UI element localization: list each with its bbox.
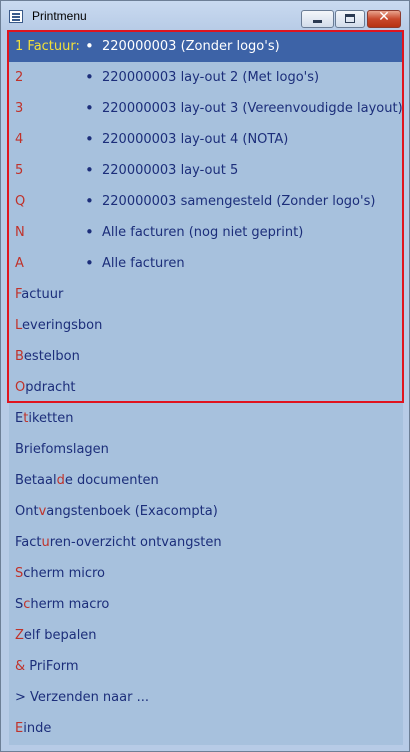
menu-item-etiketten[interactable]: Etiketten [9,403,403,434]
menu-item-label: Facturen-overzicht ontvangsten [15,535,222,550]
menu-item-hotkey: Z [15,628,24,643]
menu-item-hotkey: d [56,473,65,488]
option-description: 220000003 lay-out 2 (Met logo's) [102,70,320,85]
option-hotkey: N [15,225,25,240]
menu-item-hotkey: B [15,349,24,364]
menu-item-verzenden-naar[interactable]: > Verzenden naar ... [9,682,403,713]
menu-item-bestelbon[interactable]: Bestelbon [9,341,403,372]
option-hotkey: Q [15,194,26,209]
bullet-icon: • [85,37,94,55]
print-option-3[interactable]: 3 • 220000003 lay-out 3 (Vereenvoudigde la… [9,93,403,124]
option-description: 220000003 lay-out 4 (NOTA) [102,132,289,147]
bullet-icon: • [85,223,94,241]
bullet-icon: • [85,68,94,86]
option-description: 220000003 lay-out 3 (Vereenvoudigde layo… [102,101,403,116]
menu-item-factuur[interactable]: Factuur [9,279,403,310]
print-option-4[interactable]: 4 • 220000003 lay-out 4 (NOTA) [9,124,403,155]
menu-item-label: Betaalde documenten [15,473,159,488]
option-hotkey: A [15,256,24,271]
printmenu-window: Printmenu ✕ 1 Factuur: • 220000003 (Zonder… [0,0,410,752]
option-description: 220000003 samengesteld (Zonder logo's) [102,194,376,209]
bullet-icon: • [85,254,94,272]
menu-item-zelf-bepalen[interactable]: Zelf bepalen [9,620,403,651]
menu-item-priform[interactable]: & PriForm [9,651,403,682]
print-option-5[interactable]: 5 • 220000003 lay-out 5 [9,155,403,186]
print-option-1[interactable]: 1 Factuur: • 220000003 (Zonder logo's) [9,31,403,62]
menu-item-label: Opdracht [15,380,76,395]
menu-item-label: Bestelbon [15,349,80,364]
menu-item-opdracht[interactable]: Opdracht [9,372,403,403]
menu-item-facturen-overzicht-ontvangsten[interactable]: Facturen-overzicht ontvangsten [9,527,403,558]
menu-item-label: Factuur [15,287,64,302]
menu-item-label: Briefomslagen [15,442,109,457]
option-hotkey: 5 [15,163,24,178]
bullet-icon: • [85,192,94,210]
option-document-type: Factuur: [23,39,80,54]
option-description: 220000003 (Zonder logo's) [102,39,280,54]
menu-item-label: Zelf bepalen [15,628,97,643]
print-option-q[interactable]: Q • 220000003 samengesteld (Zonder logo's) [9,186,403,217]
window-title: Printmenu [32,9,87,23]
menu-item-scherm-macro[interactable]: Scherm macro [9,589,403,620]
menu-item-label: Leveringsbon [15,318,103,333]
menu-item-label: Scherm micro [15,566,105,581]
menu-item-einde[interactable]: Einde [9,713,403,744]
option-description: Alle facturen (nog niet geprint) [102,225,304,240]
menu-item-hotkey: O [15,380,26,395]
bullet-icon: • [85,130,94,148]
bullet-icon: • [85,99,94,117]
print-option-a[interactable]: A • Alle facturen [9,248,403,279]
maximize-button[interactable] [335,10,365,28]
menu-item-label: Etiketten [15,411,74,426]
menu-item-label: Scherm macro [15,597,110,612]
menu-item-leveringsbon[interactable]: Leveringsbon [9,310,403,341]
maximize-icon [345,14,355,23]
bullet-icon: • [85,161,94,179]
menu-item-label: Einde [15,721,52,736]
option-hotkey: 4 [15,132,24,147]
menu-item-ontvangstenboek-exacompta[interactable]: Ontvangstenboek (Exacompta) [9,496,403,527]
minimize-icon [313,20,322,23]
menu-item-scherm-micro[interactable]: Scherm micro [9,558,403,589]
option-hotkey: 1 Factuur: [15,39,80,54]
menu-item-hotkey: E [15,721,24,736]
print-menu-list: 1 Factuur: • 220000003 (Zonder logo's) 2 • 22… [9,31,403,745]
option-hotkey: 2 [15,70,24,85]
menu-item-hotkey: u [41,535,50,550]
minimize-button[interactable] [301,10,334,28]
menu-item-hotkey: L [15,318,23,333]
close-icon: ✕ [378,9,390,25]
close-button[interactable]: ✕ [367,9,401,28]
menu-item-betaalde-documenten[interactable]: Betaalde documenten [9,465,403,496]
print-option-2[interactable]: 2 • 220000003 lay-out 2 (Met logo's) [9,62,403,93]
menu-item-hotkey: & [15,659,26,674]
print-option-n[interactable]: N • Alle facturen (nog niet geprint) [9,217,403,248]
menu-item-briefomslagen[interactable]: Briefomslagen [9,434,403,465]
option-description: Alle facturen [102,256,185,271]
menu-item-label: > Verzenden naar ... [15,690,149,705]
option-description: 220000003 lay-out 5 [102,163,239,178]
menu-item-label: & PriForm [15,659,79,674]
menu-item-label: Ontvangstenboek (Exacompta) [15,504,218,519]
title-bar[interactable]: Printmenu ✕ [1,1,409,31]
menu-list-icon[interactable] [9,10,23,23]
option-hotkey: 3 [15,101,24,116]
